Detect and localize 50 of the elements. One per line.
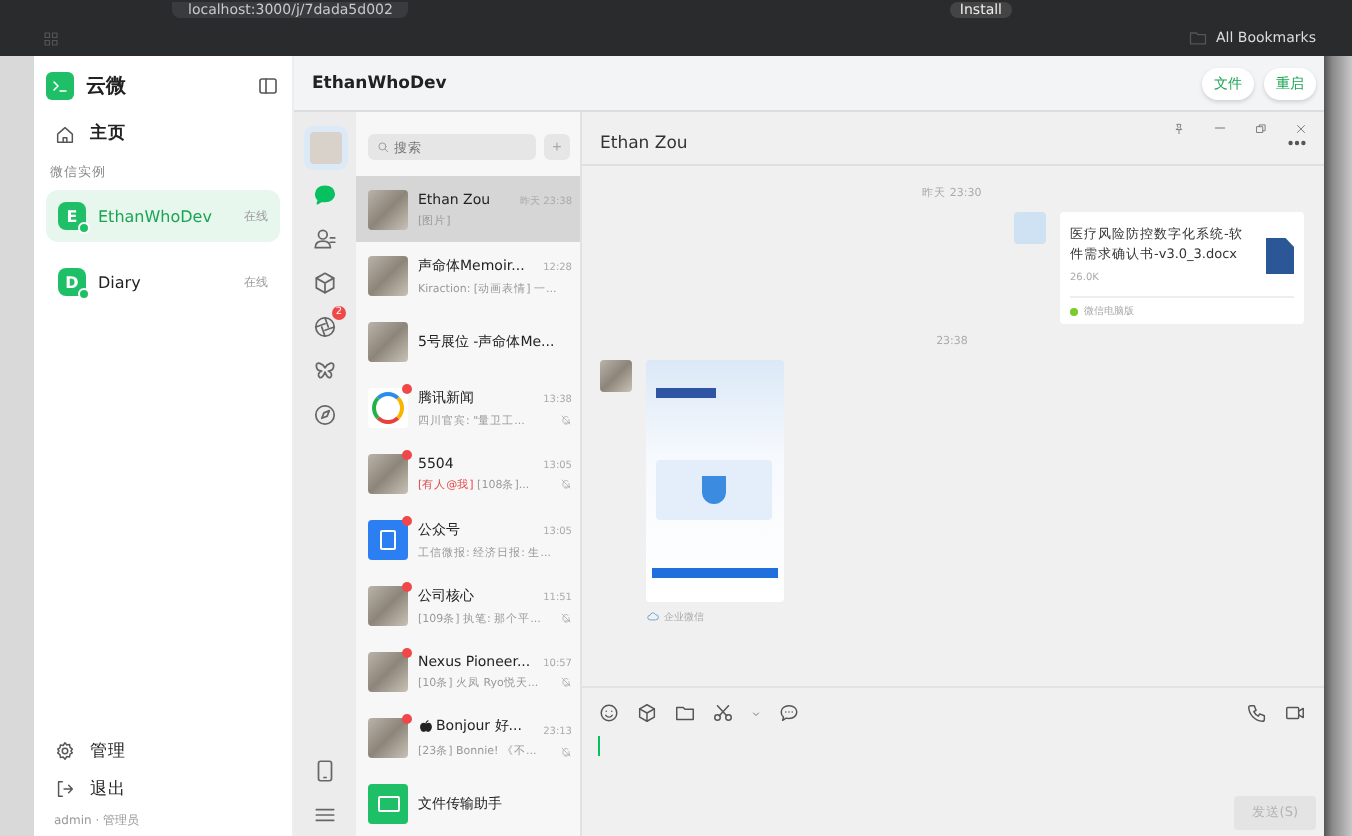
avatar-image (368, 717, 408, 757)
emoji-icon[interactable] (598, 702, 620, 724)
phone-icon[interactable] (312, 758, 338, 784)
restore-icon[interactable] (1254, 121, 1268, 135)
logout-icon (54, 778, 76, 800)
search-icon (376, 140, 390, 154)
instance-name: EthanWhoDev (98, 207, 214, 225)
nav-item[interactable]: 管理 (46, 732, 280, 770)
cloud-icon (646, 610, 660, 624)
chat-title: Ethan Zou (600, 133, 688, 153)
avatar-image (368, 321, 408, 361)
cube-icon[interactable] (636, 702, 658, 724)
aperture-icon[interactable] (312, 314, 338, 340)
avatar-image (600, 360, 632, 392)
app-logo-icon (368, 519, 408, 559)
avatar-image (368, 585, 408, 625)
app-source-icon (1070, 307, 1078, 315)
image-placeholder[interactable] (646, 360, 784, 602)
butterfly-icon[interactable] (312, 358, 338, 384)
word-document-icon (1266, 238, 1294, 274)
avatar-image (368, 255, 408, 295)
chat-history-icon[interactable] (778, 702, 800, 724)
video-call-icon[interactable] (1284, 702, 1306, 724)
nav-item[interactable]: 主页 (46, 116, 280, 152)
folder-icon[interactable] (674, 702, 696, 724)
apple-icon (418, 718, 434, 734)
home-icon (54, 123, 76, 145)
instance-title: EthanWhoDev (312, 73, 447, 93)
avatar-image (368, 189, 408, 229)
instance-avatar: E (58, 202, 86, 230)
app-name: 云微 (86, 73, 128, 100)
scissors-icon[interactable] (712, 702, 734, 724)
nav-item[interactable]: 退出 (46, 770, 280, 808)
app-logo-icon (46, 72, 74, 100)
instance-avatar: D (58, 268, 86, 296)
avatar-image (368, 651, 408, 691)
folder-logo-icon (368, 783, 408, 823)
close-icon[interactable] (1294, 121, 1308, 135)
settings-icon (54, 740, 76, 762)
folder-icon (1187, 28, 1208, 48)
news-logo-icon (368, 387, 408, 427)
pin-icon[interactable] (1172, 121, 1186, 135)
avatar-image (1014, 212, 1046, 244)
sidebar-toggle-icon[interactable] (256, 74, 280, 98)
contacts-icon[interactable] (312, 226, 338, 252)
cube-icon[interactable] (312, 270, 338, 296)
avatar-image (368, 453, 408, 493)
compass-icon[interactable] (312, 402, 338, 428)
instance-name: Diary (98, 273, 143, 291)
phone-call-icon[interactable] (1246, 702, 1268, 724)
